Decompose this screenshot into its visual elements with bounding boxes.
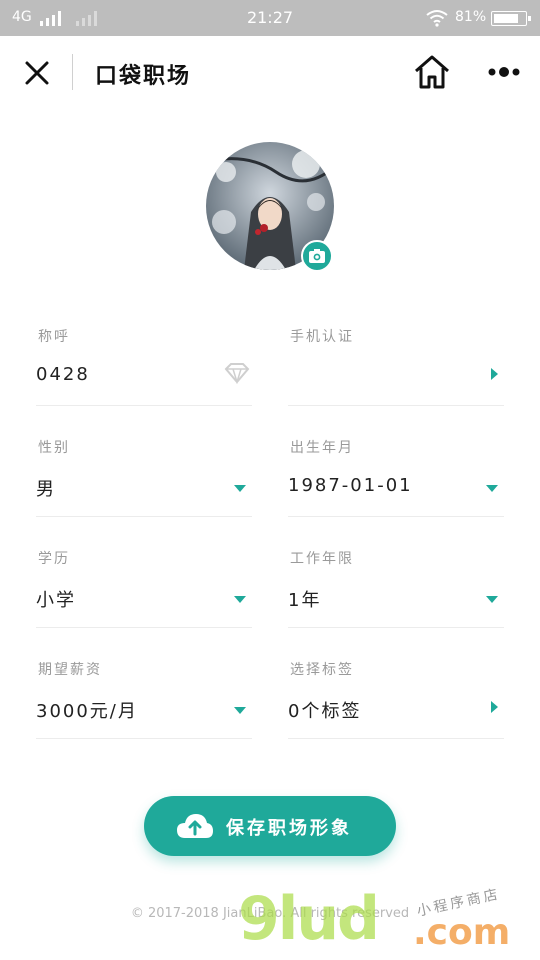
more-icon[interactable]	[486, 64, 522, 80]
salary-label: 期望薪资	[38, 662, 102, 678]
nickname-field: 称呼 0428	[36, 326, 252, 406]
nav-divider	[72, 54, 73, 90]
birth-field[interactable]: 出生年月 1987-01-01	[288, 437, 504, 517]
save-button-label: 保存职场形象	[226, 818, 352, 839]
tags-label: 选择标签	[290, 662, 354, 678]
gender-label: 性别	[38, 440, 70, 456]
phone-field[interactable]: 手机认证	[288, 326, 504, 406]
close-icon[interactable]	[22, 58, 52, 88]
arrow-right-icon[interactable]	[491, 701, 498, 713]
salary-field[interactable]: 期望薪资 3000元/月	[36, 659, 252, 739]
tags-value: 0个标签	[288, 701, 362, 722]
education-field[interactable]: 学历 小学	[36, 548, 252, 628]
dropdown-icon[interactable]	[486, 485, 498, 492]
copyright: © 2017-2018 JianLiBao. All rights reserv…	[130, 906, 410, 921]
dropdown-icon[interactable]	[234, 596, 246, 603]
gender-field[interactable]: 性别 男	[36, 437, 252, 517]
work-years-field[interactable]: 工作年限 1年	[288, 548, 504, 628]
birth-label: 出生年月	[290, 440, 354, 456]
page-title: 口袋职场	[95, 64, 192, 89]
phone-label: 手机认证	[290, 329, 354, 345]
dropdown-icon[interactable]	[234, 485, 246, 492]
arrow-right-icon[interactable]	[491, 368, 498, 380]
work-years-label: 工作年限	[290, 551, 354, 567]
birth-value: 1987-01-01	[288, 475, 413, 496]
education-label: 学历	[38, 551, 70, 567]
nickname-input[interactable]: 0428	[36, 364, 90, 385]
cloud-upload-icon	[177, 814, 213, 838]
avatar-container	[206, 142, 334, 272]
home-icon[interactable]	[413, 54, 451, 90]
nav-bar: 口袋职场	[0, 36, 540, 108]
tags-field[interactable]: 选择标签 0个标签	[288, 659, 504, 739]
education-value: 小学	[36, 590, 76, 611]
salary-value: 3000元/月	[36, 701, 138, 722]
gender-value: 男	[36, 479, 56, 500]
camera-icon	[309, 249, 325, 263]
diamond-icon	[224, 363, 250, 384]
change-avatar-button[interactable]	[301, 240, 333, 272]
dropdown-icon[interactable]	[234, 707, 246, 714]
battery-icon	[491, 11, 531, 26]
battery-percent: 81%	[455, 9, 487, 25]
work-years-value: 1年	[288, 590, 322, 611]
save-profile-button[interactable]: 保存职场形象	[144, 796, 396, 856]
wifi-icon	[426, 10, 448, 27]
dropdown-icon[interactable]	[486, 596, 498, 603]
nickname-label: 称呼	[38, 329, 70, 345]
status-bar: 4G 21:27 81%	[0, 0, 540, 36]
